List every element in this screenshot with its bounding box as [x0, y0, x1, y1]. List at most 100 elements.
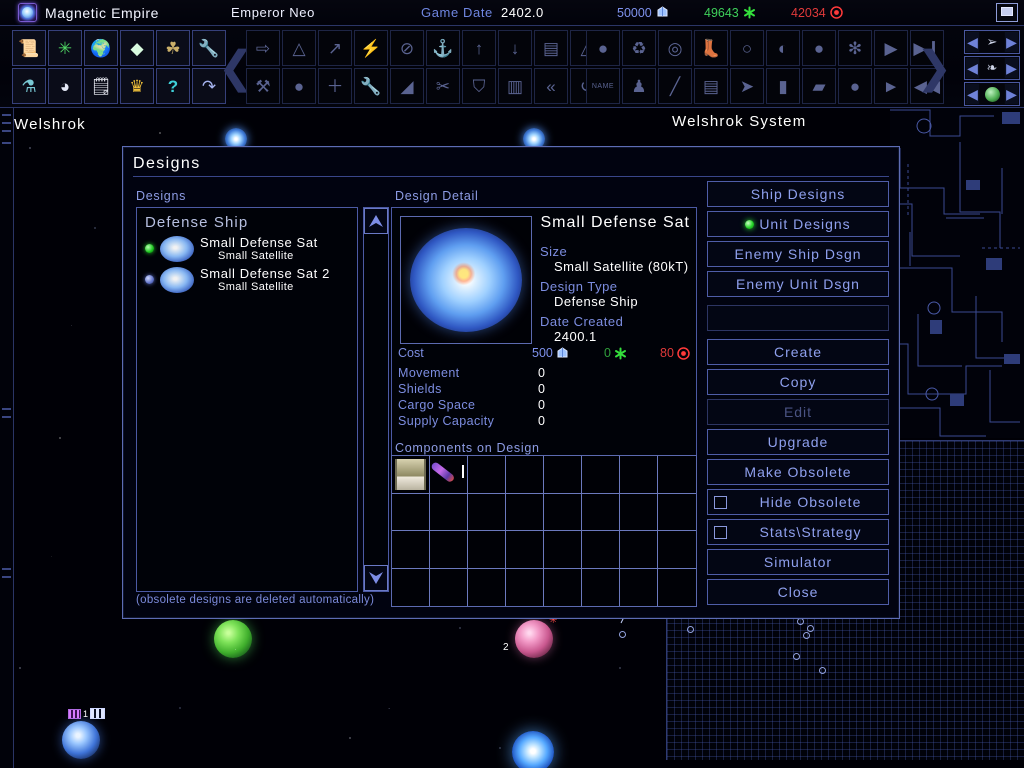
tower-icon[interactable]: ▮ — [766, 68, 800, 104]
waypoint-icon[interactable]: △ — [282, 30, 316, 66]
component-slot[interactable] — [468, 568, 506, 606]
design-list-item[interactable]: Small Defense Sat Small Satellite — [137, 233, 357, 264]
make-obsolete-button[interactable]: Make Obsolete — [707, 459, 889, 485]
component-slot[interactable] — [582, 493, 620, 531]
star-map-icon[interactable]: ✳ — [48, 30, 82, 66]
alien-races-icon[interactable]: ◕ — [48, 68, 82, 104]
component-slot[interactable] — [430, 456, 468, 494]
ship-wedge-icon[interactable]: ► — [874, 68, 908, 104]
treaty-icon[interactable]: ☘ — [156, 30, 190, 66]
fighter-icon[interactable]: ➤ — [730, 68, 764, 104]
minimize-icon[interactable] — [996, 3, 1018, 22]
colony-icon[interactable]: ◆ — [120, 30, 154, 66]
component-slot[interactable] — [582, 456, 620, 494]
component-slot[interactable] — [430, 531, 468, 569]
component-slot[interactable] — [392, 568, 430, 606]
component-slot[interactable] — [582, 531, 620, 569]
cancel-orders-icon[interactable]: ⊘ — [390, 30, 424, 66]
tab-enemy-unit-dsgn[interactable]: Enemy Unit Dsgn — [707, 271, 889, 297]
orbit-icon[interactable]: ○ — [730, 30, 764, 66]
component-slot[interactable] — [544, 568, 582, 606]
resource-pod-icon[interactable]: ◐ — [766, 30, 800, 66]
component-slot[interactable] — [430, 493, 468, 531]
component-slot[interactable] — [506, 493, 544, 531]
components-grid[interactable] — [391, 455, 697, 607]
construct-icon[interactable]: 🔧 — [354, 68, 388, 104]
unit-pawn-icon[interactable]: ♟ — [622, 68, 656, 104]
load-cargo-icon[interactable]: ↑ — [462, 30, 496, 66]
name-label-icon[interactable]: NAME — [586, 68, 620, 104]
component-slot[interactable] — [544, 531, 582, 569]
log-scroll-icon[interactable]: 📜 — [12, 30, 46, 66]
component-slot[interactable] — [468, 456, 506, 494]
component-slot[interactable] — [468, 493, 506, 531]
checkbox-icon[interactable] — [714, 495, 727, 509]
tab-unit-designs[interactable]: Unit Designs — [707, 211, 889, 237]
star-system-icon[interactable]: ● — [586, 30, 620, 66]
add-to-fleet-icon[interactable]: ＋ — [318, 68, 352, 104]
component-slot[interactable] — [544, 456, 582, 494]
sweep-broom-icon[interactable]: ╱ — [658, 68, 692, 104]
planet-select-icon[interactable] — [980, 84, 1004, 104]
component-slot[interactable] — [658, 569, 696, 607]
component-slot[interactable] — [506, 531, 544, 569]
prev-arrow-icon[interactable]: ◀ — [966, 58, 979, 78]
copy-button[interactable]: Copy — [707, 369, 889, 395]
component-slot[interactable] — [468, 531, 506, 569]
colonize-icon[interactable]: ⚓ — [426, 30, 460, 66]
scroll-up-arrow-icon[interactable] — [364, 208, 388, 234]
checkbox-icon[interactable] — [714, 525, 727, 539]
drop-troops-icon[interactable]: ◢ — [390, 68, 424, 104]
designs-dialog[interactable]: Designs Designs Defense Ship Small Defen… — [122, 146, 900, 619]
close-button[interactable]: Close — [707, 579, 889, 605]
report-paper-icon[interactable]: 🗒 — [84, 68, 118, 104]
planet-ring-icon[interactable]: ◎ — [658, 30, 692, 66]
resupply-icon[interactable]: ▤ — [534, 30, 568, 66]
planets-globe-icon[interactable]: 🌍 — [84, 30, 118, 66]
component-slot[interactable] — [392, 456, 430, 494]
designs-list[interactable]: Defense Ship Small Defense Sat Small Sat… — [136, 207, 358, 592]
component-slot[interactable] — [658, 494, 696, 531]
vehicle-icon[interactable]: ▰ — [802, 68, 836, 104]
next-arrow-icon[interactable]: ▶ — [1005, 58, 1018, 78]
designs-scrollbar[interactable] — [363, 207, 389, 592]
warp-jump-icon[interactable]: ↗ — [318, 30, 352, 66]
scrap-ship-icon[interactable]: ✂ — [426, 68, 460, 104]
component-slot[interactable] — [582, 568, 620, 606]
prev-arrow-icon[interactable]: ◀ — [966, 84, 979, 104]
component-slot[interactable] — [506, 568, 544, 606]
move-fleet-icon[interactable]: ⇨ — [246, 30, 280, 66]
play-turn-icon[interactable]: ▶ — [874, 30, 908, 66]
component-slot[interactable] — [620, 568, 658, 606]
ship-select-icon[interactable]: ➢ — [980, 32, 1004, 52]
component-slot[interactable] — [430, 568, 468, 606]
help-question-icon[interactable]: ? — [156, 68, 190, 104]
shield-defense-icon[interactable]: ⛉ — [462, 68, 496, 104]
component-slot[interactable] — [392, 493, 430, 531]
design-list-item[interactable]: Small Defense Sat 2 Small Satellite — [137, 264, 357, 295]
mine-sweep-icon[interactable]: ● — [282, 68, 316, 104]
component-slot[interactable] — [658, 531, 696, 569]
next-arrow-icon[interactable]: ▶ — [1005, 84, 1018, 104]
component-slot[interactable] — [544, 493, 582, 531]
hide-obsolete-checkbox[interactable]: Hide Obsolete — [707, 489, 889, 515]
component-slot[interactable] — [620, 493, 658, 531]
lightning-attack-icon[interactable]: ⚡ — [354, 30, 388, 66]
fleet-select-icon[interactable]: ❧ — [980, 58, 1004, 78]
tab-ship-designs[interactable]: Ship Designs — [707, 181, 889, 207]
organic-mass-icon[interactable]: ● — [838, 68, 872, 104]
prev-arrow-icon[interactable]: ◀ — [966, 32, 979, 52]
stack-layers-icon[interactable]: ▤ — [694, 68, 728, 104]
rename-fleet-icon[interactable]: ▥ — [498, 68, 532, 104]
repair-icon[interactable]: ⚒ — [246, 68, 280, 104]
stats-strategy-checkbox[interactable]: Stats\Strategy — [707, 519, 889, 545]
component-slot[interactable] — [392, 531, 430, 569]
component-slot[interactable] — [620, 456, 658, 494]
create-button[interactable]: Create — [707, 339, 889, 365]
asteroid-icon[interactable]: ● — [802, 30, 836, 66]
component-slot[interactable] — [620, 531, 658, 569]
unload-cargo-icon[interactable]: ↓ — [498, 30, 532, 66]
upgrade-button[interactable]: Upgrade — [707, 429, 889, 455]
nebula-icon[interactable]: ✻ — [838, 30, 872, 66]
component-slot[interactable] — [658, 456, 696, 494]
